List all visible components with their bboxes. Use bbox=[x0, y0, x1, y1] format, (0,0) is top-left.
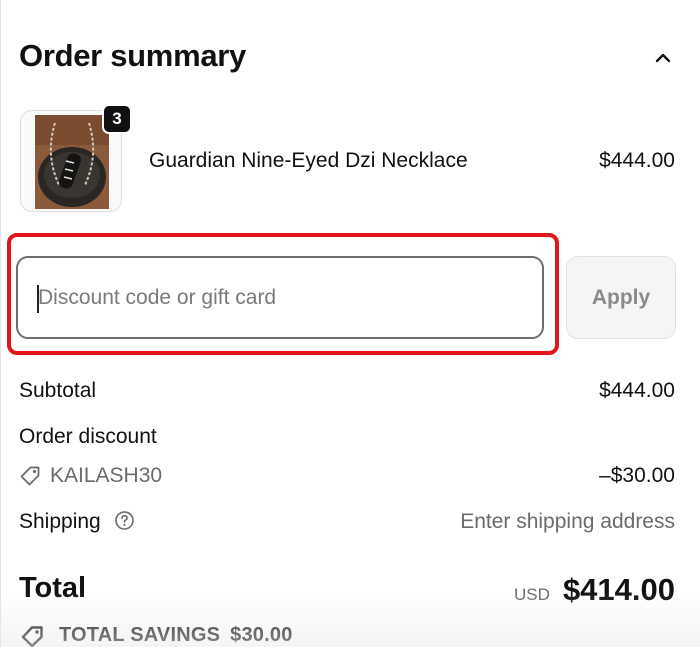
total-amount: $414.00 bbox=[562, 572, 675, 607]
savings-tag-icon bbox=[21, 625, 43, 647]
panel-divider bbox=[0, 0, 1, 647]
discount-code-text: KAILASH30 bbox=[50, 464, 163, 487]
total-savings-label: TOTAL SAVINGS bbox=[59, 624, 221, 646]
necklace-photo-image bbox=[35, 115, 109, 209]
collapse-toggle-button[interactable] bbox=[651, 46, 675, 70]
subtotal-label: Subtotal bbox=[19, 379, 97, 402]
text-cursor bbox=[37, 285, 39, 313]
total-savings-row: TOTAL SAVINGS $30.00 bbox=[19, 624, 293, 647]
product-thumbnail: 3 bbox=[20, 104, 132, 212]
total-savings-amount: $30.00 bbox=[230, 624, 293, 646]
order-summary-title: Order summary bbox=[19, 38, 246, 73]
total-amount-group: USD $414.00 bbox=[514, 572, 675, 608]
discount-code-tag: KAILASH30 bbox=[19, 464, 162, 488]
currency-code: USD bbox=[514, 585, 550, 604]
shipping-label: Shipping bbox=[19, 510, 101, 533]
cart-line-item: 3 Guardian Nine-Eyed Dzi Necklace $444.0… bbox=[19, 104, 675, 214]
tag-icon bbox=[20, 466, 40, 486]
total-row: Total USD $414.00 bbox=[19, 572, 675, 612]
product-name: Guardian Nine-Eyed Dzi Necklace bbox=[149, 149, 468, 172]
shipping-value: Enter shipping address bbox=[460, 510, 675, 533]
shipping-label-group: Shipping bbox=[19, 510, 135, 534]
quantity-badge: 3 bbox=[102, 104, 132, 134]
discount-amount: –$30.00 bbox=[599, 464, 675, 487]
chevron-up-icon bbox=[655, 53, 671, 63]
subtotal-value: $444.00 bbox=[599, 379, 675, 402]
apply-discount-button[interactable]: Apply bbox=[566, 256, 676, 339]
help-circle-icon[interactable] bbox=[114, 510, 135, 531]
product-price: $444.00 bbox=[599, 149, 675, 172]
order-discount-label: Order discount bbox=[19, 425, 157, 448]
order-summary-header[interactable]: Order summary bbox=[19, 38, 675, 82]
total-label: Total bbox=[19, 572, 87, 604]
discount-code-input[interactable] bbox=[16, 256, 544, 339]
